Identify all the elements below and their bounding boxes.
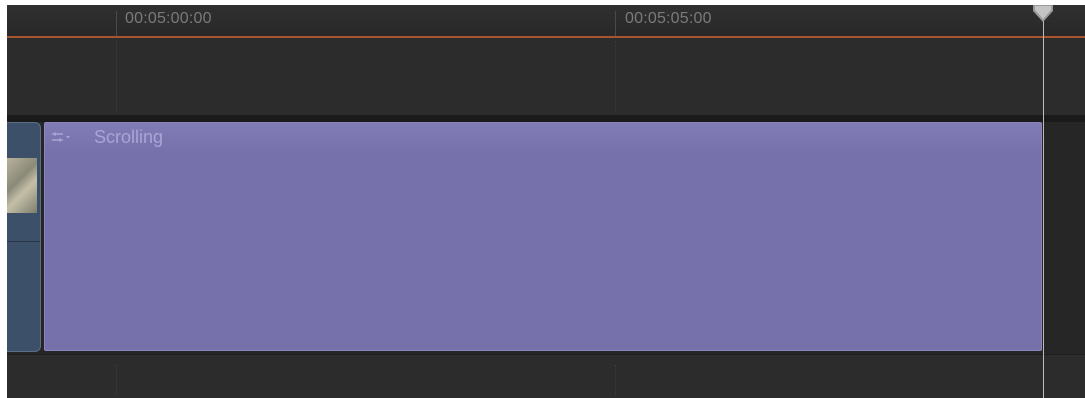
- timecode-guide: [116, 41, 117, 111]
- title-clip[interactable]: Scrolling: [44, 122, 1042, 351]
- track-divider: [7, 115, 1085, 122]
- title-generator-icon[interactable]: [51, 131, 73, 145]
- playhead-line[interactable]: [1043, 5, 1044, 398]
- timecode-guide: [615, 365, 616, 395]
- ruler-tick: [116, 11, 117, 36]
- clip-thumbnail: [7, 158, 37, 213]
- timecode-guide: [116, 365, 117, 395]
- playhead-icon[interactable]: [1031, 5, 1055, 23]
- upper-track[interactable]: [7, 38, 1085, 115]
- timeline[interactable]: 00:05:00:00 00:05:05:00 Scrolling: [7, 5, 1085, 398]
- timecode-label: 00:05:00:00: [125, 10, 212, 27]
- video-clip[interactable]: [7, 122, 41, 352]
- timecode-label: 00:05:05:00: [625, 10, 712, 27]
- timeline-ruler[interactable]: 00:05:00:00 00:05:05:00: [7, 5, 1085, 38]
- clip-header[interactable]: Scrolling: [45, 123, 1041, 153]
- lower-track[interactable]: [7, 354, 1085, 398]
- clip-audio-divider: [7, 241, 40, 242]
- timecode-guide: [615, 41, 616, 111]
- clip-title: Scrolling: [94, 127, 164, 147]
- ruler-tick: [615, 11, 616, 36]
